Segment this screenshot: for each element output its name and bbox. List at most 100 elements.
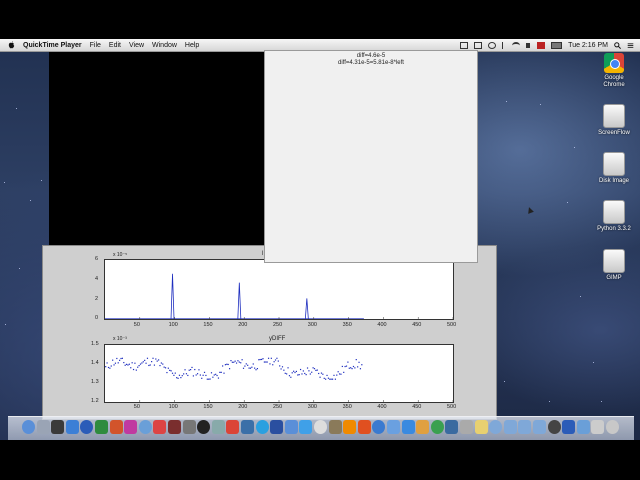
bottom-point <box>160 362 162 364</box>
dock-system-preferences-icon[interactable] <box>182 420 196 434</box>
notification-center-icon[interactable] <box>627 42 634 49</box>
menu-file[interactable]: File <box>90 42 101 49</box>
dock-mail-icon[interactable] <box>211 420 225 434</box>
bottom-point <box>327 377 330 379</box>
apple-icon[interactable] <box>8 41 15 49</box>
dock-skype-icon[interactable] <box>255 420 269 434</box>
star <box>41 180 43 182</box>
star <box>567 201 568 203</box>
desktop-icon-gimp[interactable]: GIMP <box>594 249 634 282</box>
dock-app-store-icon[interactable] <box>299 420 313 434</box>
bottom-point <box>240 362 242 364</box>
dock-vlc-icon[interactable] <box>343 420 357 434</box>
bottom-x-tick-label: 150 <box>203 404 213 410</box>
dock-xcode-icon[interactable] <box>445 420 459 434</box>
dock-word-icon[interactable] <box>80 420 94 434</box>
menu-window[interactable]: Window <box>152 42 177 49</box>
bottom-point <box>112 359 114 361</box>
dock-chrome-icon[interactable] <box>226 420 240 434</box>
dock-printer-icon[interactable] <box>591 420 605 434</box>
bottom-point <box>109 367 111 369</box>
dock-trash-icon[interactable] <box>606 420 619 434</box>
volume-icon[interactable] <box>526 42 531 48</box>
dock-itunes-icon[interactable] <box>124 420 138 434</box>
bottom-point <box>142 361 144 363</box>
menu-view[interactable]: View <box>129 42 144 49</box>
dock-folder-apps-icon[interactable] <box>489 420 503 434</box>
dock-quicktime-icon[interactable] <box>270 420 284 434</box>
desktop-icon-disk-image[interactable]: Disk Image <box>594 152 634 185</box>
bottom-point <box>233 361 235 363</box>
quicktime-player-window[interactable] <box>49 52 264 250</box>
dock-photo-booth-icon[interactable] <box>168 420 181 434</box>
dock-powerpoint-icon[interactable] <box>109 420 123 434</box>
star <box>573 147 575 149</box>
dock-python-icon[interactable] <box>241 420 254 434</box>
bottom-point <box>216 374 218 377</box>
screen-record-icon[interactable] <box>460 41 469 49</box>
dock-keynote-icon[interactable] <box>387 420 400 434</box>
menu-help[interactable]: Help <box>185 42 199 49</box>
menu-edit[interactable]: Edit <box>109 42 121 49</box>
bottom-point <box>124 364 126 366</box>
dock-screenflow-icon[interactable] <box>372 420 386 434</box>
bottom-point <box>269 363 271 365</box>
wifi-icon[interactable] <box>512 41 521 49</box>
bottom-y-tick: 1.5 <box>91 341 99 347</box>
dock-preview-icon[interactable] <box>138 420 152 434</box>
bottom-point <box>217 377 220 379</box>
bottom-point <box>141 362 143 364</box>
dock-gimp-icon[interactable] <box>328 420 342 434</box>
dock <box>8 416 634 441</box>
spotlight-icon[interactable] <box>614 41 621 49</box>
bluetooth-icon[interactable] <box>502 41 506 49</box>
battery-icon[interactable] <box>551 41 563 49</box>
bottom-point <box>280 368 282 370</box>
time-machine-icon[interactable] <box>488 41 497 49</box>
desktop-icon-google-chrome[interactable]: Google Chrome <box>594 53 634 89</box>
dock-pages-icon[interactable] <box>416 420 430 434</box>
dock-finder-icon[interactable] <box>22 420 35 434</box>
dock-excel-icon[interactable] <box>95 420 108 434</box>
star <box>539 104 541 106</box>
dock-stack-icon[interactable] <box>533 420 546 434</box>
figure-window[interactable]: x 10⁻⁵ l 6 4 2 0 50 100 150 200 250 300 350 400… <box>42 245 497 420</box>
dock-mission-control-icon[interactable] <box>51 420 65 434</box>
top-x-tick-label: 100 <box>168 322 178 328</box>
dock-dashboard-icon[interactable] <box>547 420 561 434</box>
bottom-plot-axes[interactable] <box>104 344 454 403</box>
dock-dropbox-icon[interactable] <box>401 420 415 434</box>
dock-notes-icon[interactable] <box>474 420 488 434</box>
dock-calculator-icon[interactable] <box>460 420 473 434</box>
text-output-window[interactable]: diff=4.6e-5 diff=4.31e-5=5.81e-8*left <box>264 50 478 263</box>
bottom-point <box>166 371 168 374</box>
input-flag-icon[interactable] <box>537 41 546 49</box>
dock-preview-2-icon[interactable] <box>576 420 590 434</box>
top-spike-3 <box>304 298 309 319</box>
dock-terminal-icon[interactable] <box>197 420 211 434</box>
clock[interactable]: Tue 2:16 PM <box>568 42 608 49</box>
dock-finder-2-icon[interactable] <box>284 420 298 434</box>
dock-numbers-icon[interactable] <box>430 420 444 434</box>
dock-matlab-icon[interactable] <box>357 420 371 434</box>
star <box>4 181 6 183</box>
dock-safari-icon[interactable] <box>65 420 79 434</box>
star <box>549 400 551 402</box>
top-y-tick: 2 <box>95 296 99 302</box>
dock-textedit-icon[interactable] <box>314 420 327 434</box>
desktop-icon-python[interactable]: Python 3.3.2 <box>594 200 634 233</box>
bottom-point <box>135 369 137 371</box>
dock-folder-downloads-icon[interactable] <box>518 420 532 434</box>
dock-folder-docs-icon[interactable] <box>503 420 517 434</box>
desktop-icon-screenflow[interactable]: ScreenFlow <box>594 104 634 137</box>
display-icon[interactable] <box>474 41 483 49</box>
dock-launchpad-icon[interactable] <box>36 420 50 434</box>
bottom-point <box>139 363 142 365</box>
dock-word-doc-icon[interactable] <box>562 420 576 434</box>
bottom-point <box>276 357 278 359</box>
top-plot-axes[interactable] <box>104 259 454 320</box>
top-x-tick-label: 500 <box>447 322 457 328</box>
bottom-point <box>191 366 193 369</box>
menu-app-name[interactable]: QuickTime Player <box>23 42 82 49</box>
dock-ical-icon[interactable] <box>153 420 167 434</box>
